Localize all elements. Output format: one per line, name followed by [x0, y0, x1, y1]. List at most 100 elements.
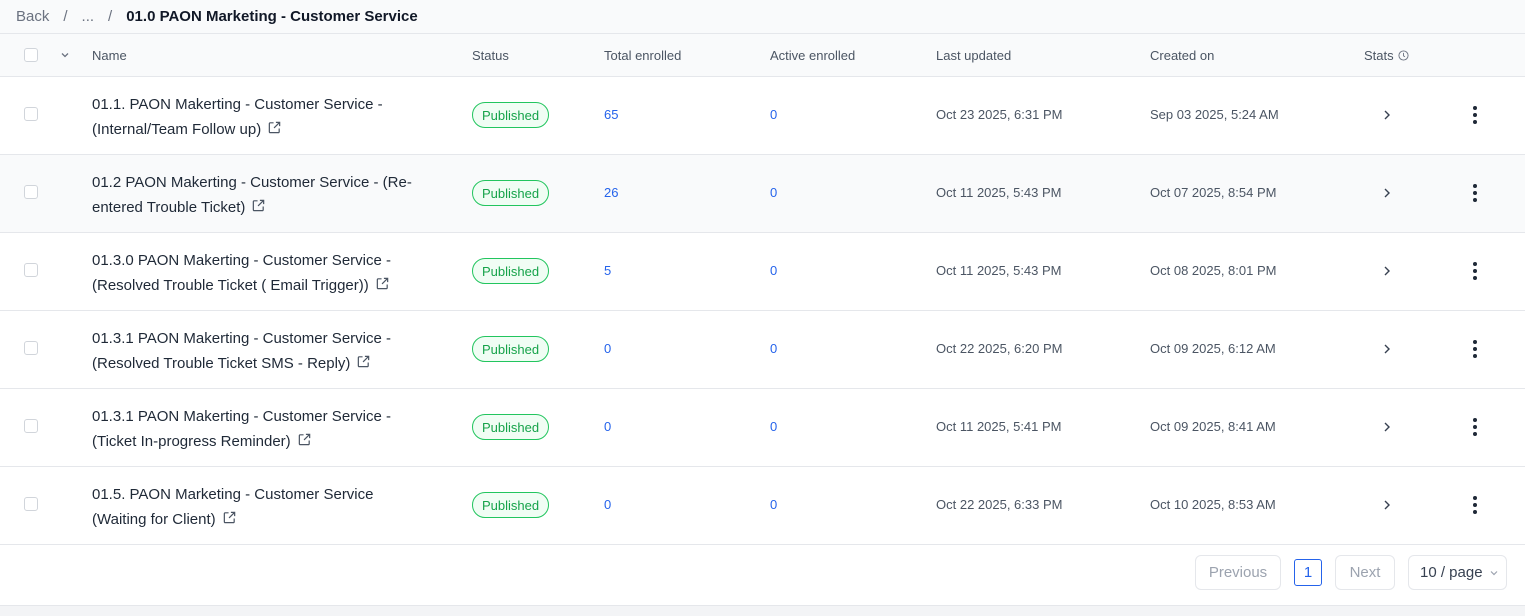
- page-number-button[interactable]: 1: [1294, 559, 1322, 586]
- status-badge: Published: [472, 258, 550, 284]
- bulk-actions-toggle[interactable]: [58, 34, 72, 76]
- table-row[interactable]: 01.3.0 PAON Makerting - Customer Service…: [0, 233, 1525, 311]
- row-checkbox[interactable]: [24, 419, 38, 433]
- total-enrolled-link[interactable]: 0: [604, 419, 611, 434]
- last-updated: Oct 22 2025, 6:33 PM: [936, 497, 1063, 512]
- active-enrolled-link[interactable]: 0: [770, 497, 777, 512]
- breadcrumb: Back / ... / 01.0 PAON Marketing - Custo…: [0, 0, 1525, 33]
- more-vertical-icon[interactable]: [1467, 416, 1483, 443]
- workflow-name-line1: 01.2 PAON Makerting - Customer Service -…: [92, 174, 412, 191]
- stats-chevron-right-icon[interactable]: [1381, 342, 1393, 361]
- workflow-name-line1: 01.5. PAON Marketing - Customer Service: [92, 486, 374, 503]
- row-select-cell: [24, 185, 38, 204]
- active-enrolled-link[interactable]: 0: [770, 341, 777, 356]
- breadcrumb-separator: /: [108, 8, 113, 25]
- row-checkbox[interactable]: [24, 263, 38, 277]
- workflow-name-line2: (Resolved Trouble Ticket ( Email Trigger…: [92, 277, 369, 294]
- last-updated: Oct 22 2025, 6:20 PM: [936, 341, 1063, 356]
- workflow-name-line1: 01.3.0 PAON Makerting - Customer Service…: [92, 252, 391, 269]
- workflow-name-line2: entered Trouble Ticket): [92, 199, 246, 216]
- select-all-cell: [24, 34, 38, 76]
- previous-page-button[interactable]: Previous: [1195, 555, 1281, 590]
- workflow-name[interactable]: 01.5. PAON Marketing - Customer Service …: [92, 482, 432, 533]
- workflow-name-line1: 01.3.1 PAON Makerting - Customer Service…: [92, 408, 391, 425]
- external-link-icon[interactable]: [251, 196, 266, 221]
- row-checkbox[interactable]: [24, 185, 38, 199]
- breadcrumb-separator: /: [63, 8, 68, 25]
- column-header-stats: Stats: [1364, 34, 1409, 76]
- external-link-icon[interactable]: [297, 430, 312, 455]
- workflow-name[interactable]: 01.3.0 PAON Makerting - Customer Service…: [92, 248, 432, 299]
- chevron-down-icon: [1490, 570, 1497, 575]
- chevron-down-icon: [61, 53, 69, 58]
- total-enrolled-link[interactable]: 65: [604, 107, 618, 122]
- column-header-status[interactable]: Status: [472, 34, 509, 76]
- table-row[interactable]: 01.3.1 PAON Makerting - Customer Service…: [0, 389, 1525, 467]
- external-link-icon[interactable]: [222, 508, 237, 533]
- workflow-name-line2: (Ticket In-progress Reminder): [92, 433, 291, 450]
- status-badge: Published: [472, 180, 550, 206]
- workflow-name[interactable]: 01.2 PAON Makerting - Customer Service -…: [92, 170, 432, 221]
- row-checkbox[interactable]: [24, 497, 38, 511]
- workflow-name[interactable]: 01.3.1 PAON Makerting - Customer Service…: [92, 404, 432, 455]
- breadcrumb-back-link[interactable]: Back: [16, 8, 49, 25]
- more-vertical-icon[interactable]: [1467, 494, 1483, 521]
- created-on: Oct 09 2025, 8:41 AM: [1150, 419, 1276, 434]
- created-on: Sep 03 2025, 5:24 AM: [1150, 107, 1279, 122]
- stats-chevron-right-icon[interactable]: [1381, 498, 1393, 517]
- table-row[interactable]: 01.5. PAON Marketing - Customer Service …: [0, 467, 1525, 545]
- row-checkbox[interactable]: [24, 107, 38, 121]
- active-enrolled-link[interactable]: 0: [770, 185, 777, 200]
- external-link-icon[interactable]: [375, 274, 390, 299]
- more-vertical-icon[interactable]: [1467, 182, 1483, 209]
- row-select-cell: [24, 107, 38, 126]
- workflow-name-line1: 01.1. PAON Makerting - Customer Service …: [92, 96, 383, 113]
- last-updated: Oct 11 2025, 5:43 PM: [936, 185, 1062, 200]
- row-select-cell: [24, 419, 38, 438]
- column-header-name[interactable]: Name: [92, 34, 127, 76]
- next-page-button[interactable]: Next: [1335, 555, 1395, 590]
- table-row[interactable]: 01.3.1 PAON Makerting - Customer Service…: [0, 311, 1525, 389]
- total-enrolled-link[interactable]: 5: [604, 263, 611, 278]
- column-header-active-enrolled[interactable]: Active enrolled: [770, 34, 855, 76]
- column-header-created-on[interactable]: Created on: [1150, 34, 1214, 76]
- external-link-icon[interactable]: [356, 352, 371, 377]
- more-vertical-icon[interactable]: [1467, 260, 1483, 287]
- page-size-value: 10 / page: [1420, 564, 1483, 581]
- stats-chevron-right-icon[interactable]: [1381, 420, 1393, 439]
- last-updated: Oct 11 2025, 5:41 PM: [936, 419, 1062, 434]
- table-row[interactable]: 01.1. PAON Makerting - Customer Service …: [0, 77, 1525, 155]
- stats-chevron-right-icon[interactable]: [1381, 186, 1393, 205]
- more-vertical-icon[interactable]: [1467, 338, 1483, 365]
- active-enrolled-link[interactable]: 0: [770, 107, 777, 122]
- stats-chevron-right-icon[interactable]: [1381, 108, 1393, 127]
- page-size-select[interactable]: 10 / page: [1408, 555, 1507, 590]
- status-badge: Published: [472, 414, 550, 440]
- status-badge: Published: [472, 492, 550, 518]
- workflow-name-line2: (Resolved Trouble Ticket SMS - Reply): [92, 355, 351, 372]
- total-enrolled-link[interactable]: 0: [604, 497, 611, 512]
- status-badge: Published: [472, 336, 550, 362]
- total-enrolled-link[interactable]: 0: [604, 341, 611, 356]
- breadcrumb-current: 01.0 PAON Marketing - Customer Service: [126, 8, 418, 25]
- table-header: Name Status Total enrolled Active enroll…: [0, 33, 1525, 77]
- info-icon[interactable]: [1398, 49, 1409, 61]
- last-updated: Oct 11 2025, 5:43 PM: [936, 263, 1062, 278]
- breadcrumb-ellipsis[interactable]: ...: [82, 8, 95, 25]
- column-header-last-updated[interactable]: Last updated: [936, 34, 1011, 76]
- workflow-name[interactable]: 01.3.1 PAON Makerting - Customer Service…: [92, 326, 432, 377]
- last-updated: Oct 23 2025, 6:31 PM: [936, 107, 1063, 122]
- more-vertical-icon[interactable]: [1467, 104, 1483, 131]
- table-row[interactable]: 01.2 PAON Makerting - Customer Service -…: [0, 155, 1525, 233]
- bottom-bar: [0, 605, 1525, 616]
- active-enrolled-link[interactable]: 0: [770, 263, 777, 278]
- select-all-checkbox[interactable]: [24, 48, 38, 62]
- workflow-name[interactable]: 01.1. PAON Makerting - Customer Service …: [92, 92, 432, 143]
- active-enrolled-link[interactable]: 0: [770, 419, 777, 434]
- stats-chevron-right-icon[interactable]: [1381, 264, 1393, 283]
- total-enrolled-link[interactable]: 26: [604, 185, 618, 200]
- external-link-icon[interactable]: [267, 118, 282, 143]
- column-header-total-enrolled[interactable]: Total enrolled: [604, 34, 681, 76]
- pagination: Previous 1 Next 10 / page: [0, 555, 1525, 591]
- row-checkbox[interactable]: [24, 341, 38, 355]
